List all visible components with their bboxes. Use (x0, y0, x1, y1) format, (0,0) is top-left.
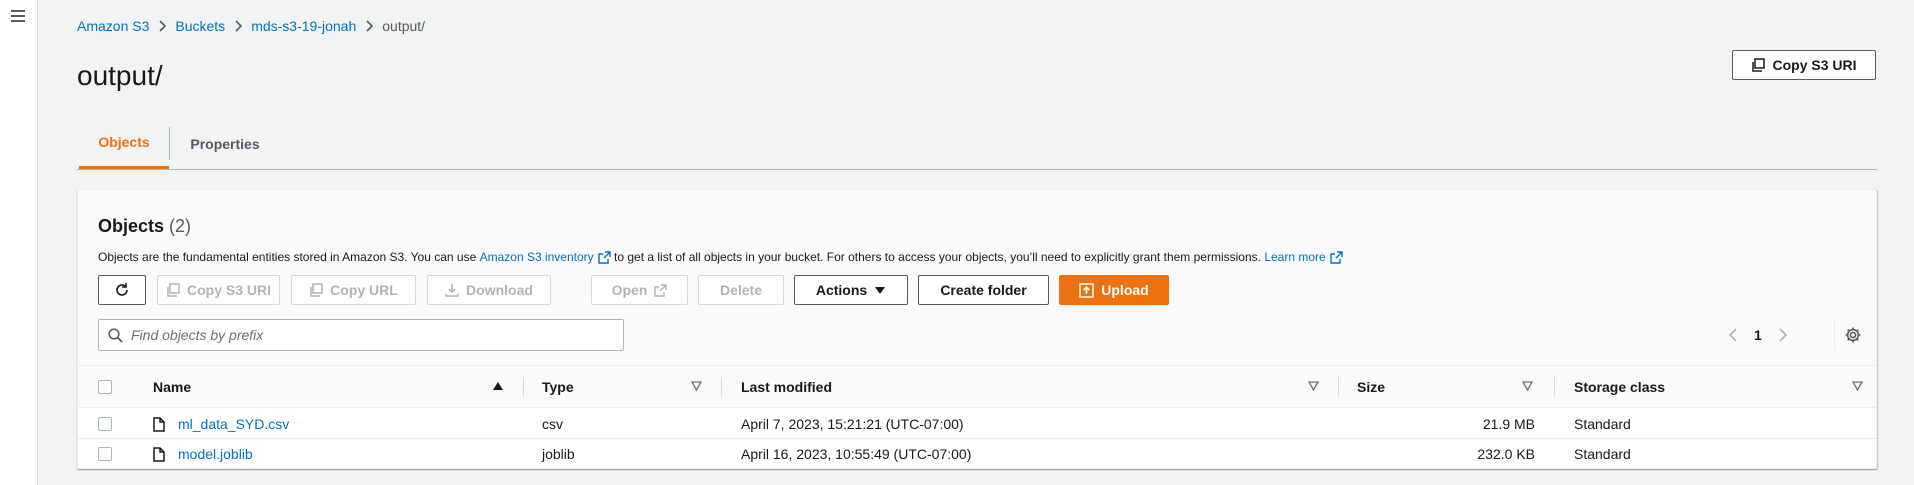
column-divider (523, 377, 524, 397)
objects-heading-label: Objects (98, 216, 165, 236)
sort-icon[interactable] (1308, 381, 1319, 391)
object-size: 21.9 MB (1482, 416, 1535, 432)
learn-more-label: Learn more (1264, 250, 1326, 264)
column-divider (1554, 377, 1555, 397)
tab-objects[interactable]: Objects (79, 118, 169, 169)
actions-label: Actions (815, 282, 868, 298)
copy-s3-uri-label: Copy S3 URI (186, 282, 271, 298)
chevron-left-icon[interactable] (1728, 327, 1738, 343)
breadcrumb-amazon-s3[interactable]: Amazon S3 (77, 18, 149, 34)
object-name-link[interactable]: model.joblib (178, 446, 253, 462)
upload-icon (1079, 282, 1095, 298)
column-header-storage-class[interactable]: Storage class (1574, 366, 1665, 408)
copy-url-label: Copy URL (330, 282, 398, 298)
sort-icon[interactable] (691, 381, 702, 391)
open-button[interactable]: Open (591, 275, 688, 305)
upload-label: Upload (1101, 282, 1149, 298)
description-prefix: Objects are the fundamental entities sto… (98, 250, 477, 264)
search-input[interactable] (131, 327, 611, 343)
copy-icon (166, 283, 180, 297)
search-field[interactable] (98, 319, 624, 351)
object-storage-class: Standard (1574, 416, 1631, 432)
objects-description: Objects are the fundamental entities sto… (98, 250, 1343, 264)
refresh-icon (114, 282, 130, 298)
download-label: Download (466, 282, 533, 298)
copy-url-button[interactable]: Copy URL (291, 275, 416, 305)
delete-label: Delete (719, 282, 763, 298)
copy-s3-uri-header-label: Copy S3 URI (1772, 57, 1857, 73)
actions-dropdown[interactable]: Actions (794, 275, 908, 305)
object-last-modified: April 16, 2023, 10:55:49 (UTC-07:00) (741, 446, 972, 462)
object-name-link[interactable]: ml_data_SYD.csv (178, 416, 289, 432)
sort-icon[interactable] (1852, 381, 1863, 391)
select-all-checkbox[interactable] (98, 380, 112, 394)
column-header-size[interactable]: Size (1357, 366, 1385, 408)
page-number[interactable]: 1 (1754, 327, 1762, 343)
inventory-link[interactable]: Amazon S3 inventory (480, 250, 611, 264)
copy-icon (309, 283, 323, 297)
search-icon (108, 327, 123, 343)
side-navigation-rail (0, 0, 38, 485)
objects-panel-header: Objects (2) Objects are the fundamental … (78, 190, 1876, 366)
download-icon (445, 283, 459, 297)
external-link-icon (597, 250, 611, 264)
chevron-right-icon (356, 18, 382, 34)
breadcrumb-buckets[interactable]: Buckets (175, 18, 225, 34)
object-storage-class: Standard (1574, 446, 1631, 462)
objects-count: (2) (169, 216, 192, 236)
object-type: joblib (542, 446, 575, 462)
table-row[interactable]: model.joblib joblib April 16, 2023, 10:5… (78, 439, 1876, 469)
inventory-link-label: Amazon S3 inventory (479, 250, 594, 264)
pagination: 1 (1728, 324, 1788, 346)
page-title: output/ (77, 60, 163, 91)
copy-s3-uri-button[interactable]: Copy S3 URI (157, 275, 280, 305)
object-type: csv (542, 416, 563, 432)
chevron-right-icon[interactable] (1778, 327, 1788, 343)
column-header-type[interactable]: Type (542, 366, 574, 408)
file-icon (153, 409, 165, 439)
tab-properties[interactable]: Properties (170, 118, 280, 170)
external-link-icon (1329, 250, 1343, 264)
download-button[interactable]: Download (427, 275, 551, 305)
learn-more-link[interactable]: Learn more (1264, 250, 1343, 264)
breadcrumb: Amazon S3 Buckets mds-s3-19-jonah output… (77, 16, 425, 36)
open-label: Open (611, 282, 648, 298)
chevron-right-icon (225, 18, 251, 34)
create-folder-button[interactable]: Create folder (918, 275, 1049, 305)
refresh-button[interactable] (98, 275, 146, 305)
file-icon (153, 439, 165, 469)
row-checkbox[interactable] (98, 447, 112, 461)
object-last-modified: April 7, 2023, 15:21:21 (UTC-07:00) (741, 416, 964, 432)
table-row[interactable]: ml_data_SYD.csv csv April 7, 2023, 15:21… (78, 409, 1876, 439)
sort-icon[interactable] (1522, 381, 1533, 391)
caret-down-icon (874, 285, 886, 295)
chevron-right-icon (149, 18, 175, 34)
row-checkbox[interactable] (98, 417, 112, 431)
copy-icon (1751, 58, 1766, 72)
column-header-last-modified[interactable]: Last modified (741, 366, 832, 408)
gear-icon[interactable] (1838, 320, 1868, 350)
column-divider (721, 377, 722, 397)
external-link-icon (654, 283, 668, 297)
objects-heading: Objects (2) (98, 216, 191, 237)
table-header: Name Type Last modified Size Storage cla… (78, 366, 1876, 408)
upload-button[interactable]: Upload (1059, 275, 1169, 305)
column-divider (1338, 377, 1339, 397)
pagination-divider (1834, 320, 1835, 350)
tab-bar: Objects Properties (77, 118, 1877, 170)
breadcrumb-current: output/ (382, 18, 426, 34)
create-folder-label: Create folder (940, 282, 1027, 298)
sort-ascending-icon[interactable] (492, 381, 504, 391)
object-size: 232.0 KB (1477, 446, 1535, 462)
hamburger-menu-icon[interactable] (8, 6, 28, 26)
breadcrumb-bucket-name[interactable]: mds-s3-19-jonah (251, 18, 356, 34)
column-header-name[interactable]: Name (153, 366, 191, 408)
objects-panel: Objects (2) Objects are the fundamental … (77, 189, 1877, 469)
copy-s3-uri-header-button[interactable]: Copy S3 URI (1732, 50, 1876, 80)
delete-button[interactable]: Delete (698, 275, 784, 305)
description-middle: to get a list of all objects in your buc… (614, 250, 1261, 264)
